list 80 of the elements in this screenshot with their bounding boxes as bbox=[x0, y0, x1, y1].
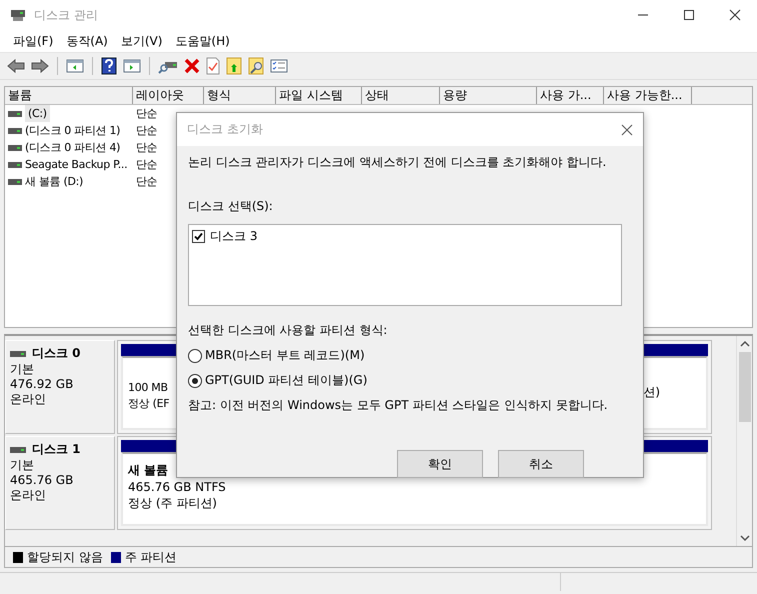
disk-size: 476.92 GB bbox=[10, 377, 74, 392]
partition-detail: 465.76 GB NTFS bbox=[128, 479, 226, 495]
menu-item[interactable]: 보기(V) bbox=[120, 32, 162, 50]
disk-list[interactable]: 디스크 3 bbox=[188, 224, 622, 306]
column-header[interactable]: 상태 bbox=[362, 87, 440, 104]
partition-detail: 정상 (EF bbox=[128, 396, 170, 412]
scrollbar[interactable] bbox=[736, 336, 752, 546]
scroll-up-icon[interactable] bbox=[740, 340, 750, 348]
scroll-down-icon[interactable] bbox=[740, 534, 750, 542]
console-tree-icon[interactable] bbox=[66, 58, 84, 74]
checklist-icon[interactable] bbox=[270, 58, 288, 74]
close-icon[interactable] bbox=[729, 9, 741, 21]
disk-type: 기본 bbox=[10, 458, 35, 473]
table-cell[interactable]: (디스크 0 파티션 1) bbox=[25, 122, 120, 139]
partition-style-label: 선택한 디스크에 사용할 파티션 형식: bbox=[188, 322, 388, 339]
dialog-button[interactable]: 확인 bbox=[397, 450, 483, 478]
table-cell-text: 단순 bbox=[136, 174, 158, 190]
legend-label: 할당되지 않음 bbox=[27, 548, 103, 566]
close-icon[interactable] bbox=[621, 124, 633, 136]
checkbox[interactable] bbox=[192, 230, 205, 243]
column-header[interactable]: 형식 bbox=[204, 87, 276, 104]
table-cell-text: 단순 bbox=[136, 106, 158, 122]
disk-list-item[interactable]: 디스크 3 bbox=[210, 228, 258, 245]
delete-icon[interactable] bbox=[184, 58, 200, 74]
disk-drive-icon bbox=[10, 8, 26, 22]
drive-icon bbox=[10, 446, 26, 454]
partition-detail: 정상 (주 파티션) bbox=[128, 495, 217, 511]
maximize-icon[interactable] bbox=[683, 9, 695, 21]
action-pane-icon[interactable] bbox=[123, 58, 141, 74]
drive-icon bbox=[8, 144, 22, 152]
disk-select-label: 디스크 선택(S): bbox=[188, 198, 274, 215]
drive-icon bbox=[10, 350, 26, 358]
column-header[interactable]: 사용 가... bbox=[537, 87, 604, 104]
scrollbar-thumb[interactable] bbox=[738, 352, 750, 422]
disk-size: 465.76 GB bbox=[10, 473, 74, 488]
search-icon[interactable] bbox=[248, 57, 264, 75]
column-header[interactable]: 볼륨 bbox=[5, 87, 133, 104]
table-cell[interactable]: (C:) bbox=[25, 105, 50, 122]
note-text: 참고: 이전 버전의 Windows는 모두 GPT 파티션 스타일은 인식하지 못합니다. bbox=[188, 397, 609, 414]
menu-item[interactable]: 도움말(H) bbox=[175, 32, 230, 50]
drive-icon bbox=[8, 160, 22, 168]
dialog-title: 디스크 초기화 bbox=[187, 121, 263, 138]
table-cell[interactable]: Seagate Backup P... bbox=[25, 156, 128, 173]
partition-detail: 션) bbox=[643, 384, 660, 400]
dialog-button[interactable]: 취소 bbox=[498, 450, 584, 478]
table-cell-text: 단순 bbox=[136, 140, 158, 156]
document-check-icon[interactable] bbox=[206, 57, 220, 75]
column-header[interactable]: 용량 bbox=[440, 87, 537, 104]
column-header[interactable]: 사용 가능한... bbox=[604, 87, 692, 104]
column-header[interactable]: 레이아웃 bbox=[133, 87, 204, 104]
folder-up-icon[interactable] bbox=[226, 57, 242, 75]
disk-name: 디스크 1 bbox=[32, 441, 81, 458]
help-icon[interactable] bbox=[101, 57, 117, 75]
disk-info-panel[interactable]: 디스크 1 기본 465.76 GB 온라인 bbox=[5, 436, 115, 530]
radio-label[interactable]: GPT(GUID 파티션 테이블)(G) bbox=[205, 372, 368, 389]
disk-type: 기본 bbox=[10, 362, 35, 377]
column-header[interactable]: 파일 시스템 bbox=[276, 87, 362, 104]
disk-info-panel[interactable]: 디스크 0 기본 476.92 GB 온라인 bbox=[5, 340, 115, 434]
forward-icon[interactable] bbox=[31, 58, 49, 74]
table-cell-text: 단순 bbox=[136, 123, 158, 139]
dialog-message: 논리 디스크 관리자가 디스크에 액세스하기 전에 디스크를 초기화해야 합니다. bbox=[188, 154, 608, 170]
window-title: 디스크 관리 bbox=[34, 6, 98, 24]
drive-icon bbox=[8, 178, 22, 186]
disk-name: 디스크 0 bbox=[32, 345, 81, 362]
partition-name: 새 볼륨 bbox=[128, 462, 168, 479]
menu-item[interactable]: 파일(F) bbox=[13, 32, 54, 50]
table-cell[interactable]: (디스크 0 파티션 4) bbox=[25, 139, 120, 156]
disk-status: 온라인 bbox=[10, 488, 47, 503]
radio-button[interactable] bbox=[188, 348, 202, 362]
table-cell-text: 단순 bbox=[136, 157, 158, 173]
disk-status: 온라인 bbox=[10, 392, 47, 407]
legend-label: 주 파티션 bbox=[124, 548, 177, 566]
drive-icon bbox=[8, 126, 22, 134]
partition-detail: 100 MB bbox=[128, 380, 168, 396]
table-cell[interactable]: 새 볼륨 (D:) bbox=[25, 173, 84, 190]
menu-item[interactable]: 동작(A) bbox=[66, 32, 108, 50]
drive-icon bbox=[8, 110, 22, 118]
radio-label[interactable]: MBR(마스터 부트 레코드)(M) bbox=[205, 347, 365, 364]
radio-button[interactable] bbox=[188, 374, 202, 388]
back-icon[interactable] bbox=[7, 58, 25, 74]
